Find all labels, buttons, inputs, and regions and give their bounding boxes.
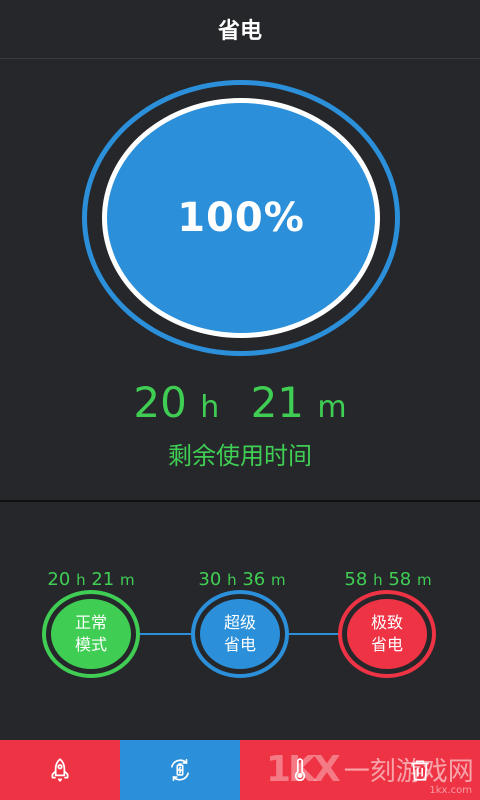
nav-boost[interactable] [0,740,120,800]
mode-time-minutes: 21 [91,569,115,590]
mode-time-hours-unit: h [373,571,383,589]
nav-cooling[interactable] [240,740,360,800]
mode-time-minutes: 36 [242,569,266,590]
remaining-time-label: 剩余使用时间 [168,442,312,470]
battery-circle: 100% [102,98,380,338]
mode-time-minutes-unit: m [119,571,135,589]
mode-time-minutes: 58 [388,569,412,590]
section-divider [0,500,480,502]
remaining-hours-unit: h [200,390,220,425]
normal-mode-label: 正常 模式 [51,599,131,669]
remaining-time: 20 h 21 m [0,378,480,433]
mode-time-hours: 20 [47,569,71,590]
normal-mode-button[interactable]: 正常 模式 [42,590,140,678]
rocket-icon [51,758,69,782]
remaining-minutes-unit: m [317,390,347,425]
battery-cycle-icon [171,758,189,782]
super-saver-mode-button[interactable]: 超级 省电 [191,590,289,678]
nav-clean[interactable] [360,740,480,800]
mode-time-minutes-unit: m [270,571,286,589]
mode-time-hours-unit: h [76,571,86,589]
remaining-hours: 20 [133,378,187,427]
mode-time-minutes-unit: m [416,571,432,589]
super-saver-mode-label: 超级 省电 [200,599,280,669]
mode-connector-2 [289,633,338,635]
bottom-nav [0,740,480,800]
remaining-minutes: 21 [250,378,305,427]
extreme-saver-mode-label: 极致 省电 [347,599,427,669]
mode-connector-1 [140,633,191,635]
battery-gauge: 100% [82,80,400,356]
thermometer-icon [294,758,306,782]
mode-time-hours: 58 [344,569,368,590]
battery-percent: 100% [177,195,305,241]
mode-time-hours: 30 [198,569,222,590]
nav-power-saving[interactable] [120,740,240,800]
extreme-saver-mode-button[interactable]: 极致 省电 [338,590,436,678]
header-bar: 省电 [0,0,480,59]
page-title: 省电 [217,19,262,44]
trash-icon [411,760,429,781]
mode-time-hours-unit: h [227,571,237,589]
